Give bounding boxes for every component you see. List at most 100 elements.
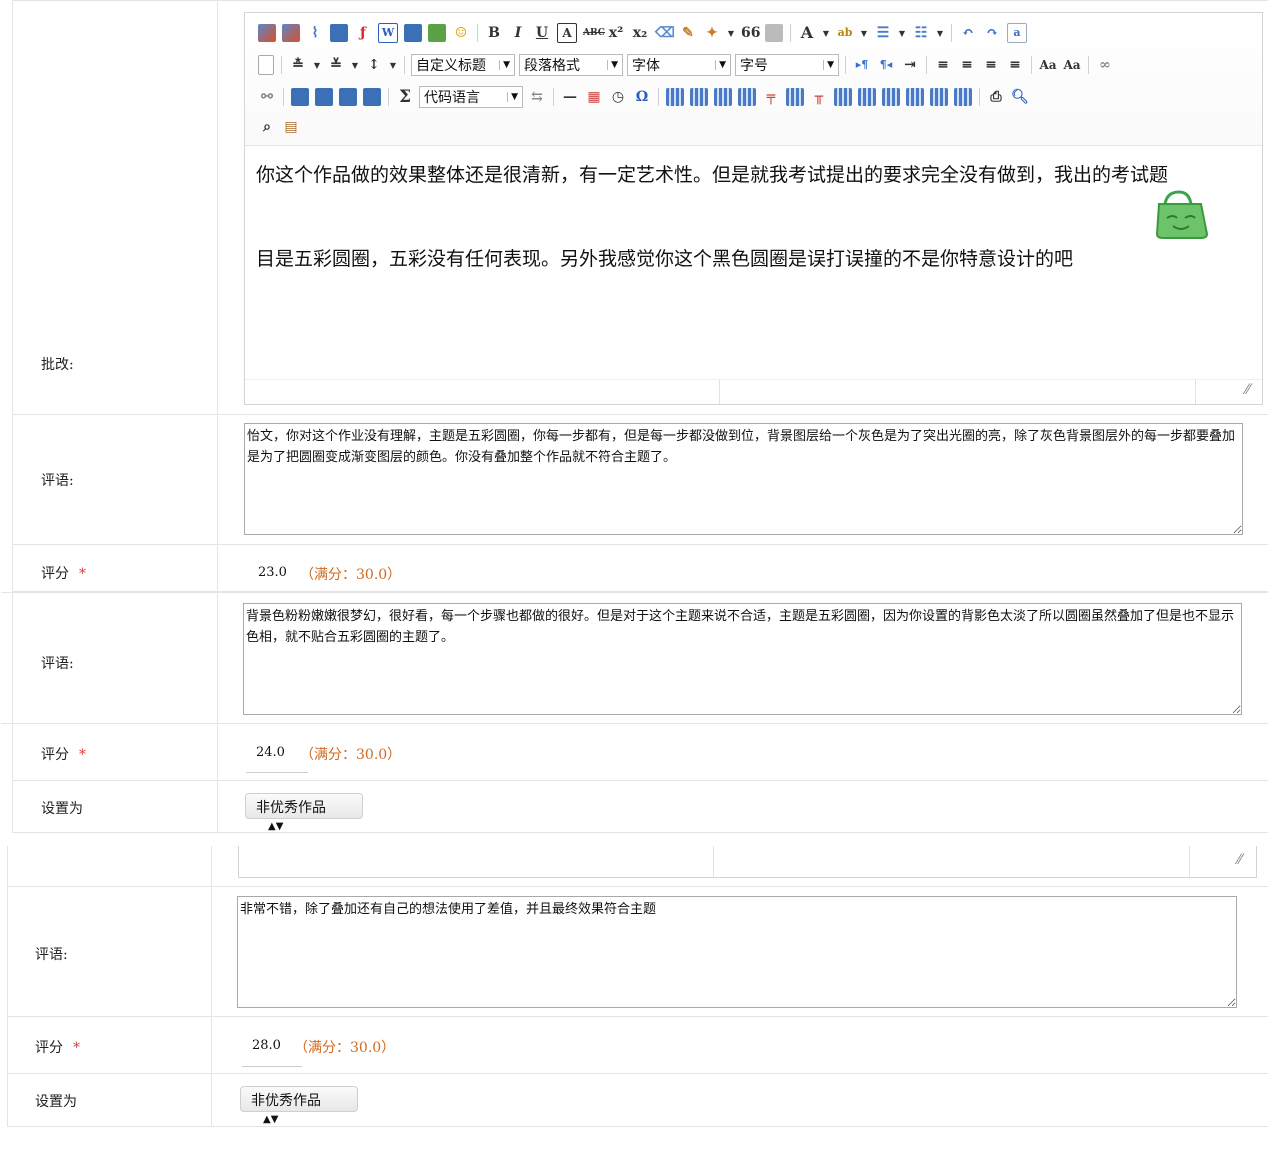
font-family-select[interactable]: 字体 ▼ bbox=[627, 54, 731, 76]
delete-col-icon[interactable]: ╥ bbox=[810, 88, 828, 106]
comment-textarea-1[interactable]: 怡文，你对这个作业没有理解，主题是五彩圆圈，你每一步都有，但是每一步都没做到位，… bbox=[244, 423, 1243, 535]
attachment-icon[interactable]: ⌇ bbox=[306, 24, 324, 42]
italic-icon[interactable]: I bbox=[509, 24, 527, 42]
row-spacing-top-icon[interactable]: ≛ bbox=[289, 56, 307, 74]
delete-table-icon[interactable] bbox=[690, 88, 708, 106]
insert-table-icon[interactable] bbox=[666, 88, 684, 106]
score-value-1[interactable]: 23.0 bbox=[258, 565, 287, 580]
search-replace-icon[interactable]: ⌕ bbox=[258, 118, 276, 136]
line-height-icon[interactable]: ↕ bbox=[365, 56, 383, 74]
auto-format-icon[interactable]: ✦ bbox=[703, 24, 721, 42]
indent-icon[interactable]: ⇥ bbox=[901, 56, 919, 74]
ordered-list-icon[interactable]: ☰ bbox=[874, 24, 892, 42]
chevron-down-icon[interactable]: ▼ bbox=[389, 56, 397, 74]
paragraph-format-select[interactable]: 段落格式 ▼ bbox=[519, 54, 623, 76]
resize-handle-icon[interactable]: ⁄⁄ bbox=[1245, 382, 1250, 398]
toolbar-row-1: ⌇ ƒ W ☺ B I U A ABC x² x₂ ⌫ ✎ ✦ ▼ 66 A ▼… bbox=[255, 22, 1030, 44]
custom-title-select[interactable]: 自定义标题 ▼ bbox=[411, 54, 515, 76]
subscript-icon[interactable]: x₂ bbox=[631, 24, 649, 42]
remote-image-icon[interactable] bbox=[428, 24, 446, 42]
chevron-down-icon: ▼ bbox=[715, 60, 726, 70]
source-code-icon[interactable]: a bbox=[1007, 23, 1027, 43]
insert-col-icon[interactable] bbox=[786, 88, 804, 106]
screenshot-icon[interactable] bbox=[404, 24, 422, 42]
quote-icon[interactable]: 66 bbox=[741, 24, 760, 42]
insert-caption-icon[interactable] bbox=[714, 88, 732, 106]
row-spacing-bottom-icon[interactable]: ≚ bbox=[327, 56, 345, 74]
chevron-down-icon[interactable]: ▼ bbox=[727, 24, 735, 42]
highlight-icon[interactable]: ab bbox=[836, 24, 854, 42]
toolbar-separator bbox=[1088, 56, 1089, 74]
delete-row-icon[interactable]: ╤ bbox=[762, 88, 780, 106]
word-icon[interactable]: W bbox=[378, 23, 398, 43]
underline-icon[interactable]: U bbox=[533, 24, 551, 42]
resize-handle-icon[interactable]: ⁄⁄ bbox=[1237, 852, 1242, 868]
font-color-icon[interactable]: A bbox=[798, 24, 816, 42]
formula-icon[interactable]: Σ bbox=[396, 88, 414, 106]
new-document-icon[interactable] bbox=[258, 55, 274, 75]
redo-icon[interactable]: ↷ bbox=[983, 24, 1001, 42]
font-border-icon[interactable]: A bbox=[557, 23, 577, 43]
format-brush-icon[interactable]: ✎ bbox=[679, 24, 697, 42]
split-cells-icon[interactable] bbox=[906, 88, 924, 106]
time-icon[interactable]: ◷ bbox=[609, 88, 627, 106]
score-value-3[interactable]: 28.0 bbox=[252, 1038, 281, 1053]
lowercase-icon[interactable]: Aa bbox=[1063, 56, 1081, 74]
editor-content[interactable]: 你这个作品做的效果整体还是很清新，有一定艺术性。但是就我考试提出的要求完全没有做… bbox=[245, 146, 1262, 380]
unordered-list-icon[interactable]: ☷ bbox=[912, 24, 930, 42]
rtl-icon[interactable]: ¶◂ bbox=[877, 56, 895, 74]
image-none-icon[interactable] bbox=[291, 88, 309, 106]
setas-label-2: 设置为 bbox=[35, 1094, 77, 1110]
unlink-icon[interactable]: ⚯ bbox=[258, 88, 276, 106]
comment-textarea-2[interactable]: 背景色粉粉嫩嫩很梦幻，很好看，每一个步骤也都做的很好。但是对于这个主题来说不合适… bbox=[243, 603, 1242, 715]
save-icon[interactable] bbox=[330, 24, 348, 42]
date-icon[interactable]: ▦ bbox=[585, 88, 603, 106]
chevron-down-icon[interactable]: ▼ bbox=[822, 24, 830, 42]
uppercase-icon[interactable]: Aa bbox=[1039, 56, 1057, 74]
superscript-icon[interactable]: x² bbox=[607, 24, 625, 42]
page-break-icon[interactable]: ⇆ bbox=[528, 88, 546, 106]
paste-word-icon[interactable]: ▤ bbox=[282, 118, 300, 136]
excellence-select-2[interactable]: 非优秀作品 ▲▼ bbox=[240, 1086, 358, 1125]
image-right-icon[interactable] bbox=[339, 88, 357, 106]
eraser-icon[interactable]: ⌫ bbox=[655, 24, 675, 42]
split-rows-icon[interactable] bbox=[930, 88, 948, 106]
align-justify-icon[interactable]: ≡ bbox=[1006, 56, 1024, 74]
chevron-down-icon[interactable]: ▼ bbox=[898, 24, 906, 42]
score-label-3: 评分 * bbox=[35, 1037, 80, 1057]
merge-down-icon[interactable] bbox=[882, 88, 900, 106]
code-language-select[interactable]: 代码语言 ▼ bbox=[419, 86, 523, 108]
link-icon[interactable]: ∞ bbox=[1096, 56, 1114, 74]
chevron-down-icon[interactable]: ▼ bbox=[860, 24, 868, 42]
paste-plain-icon[interactable] bbox=[765, 24, 783, 42]
bold-icon[interactable]: B bbox=[485, 24, 503, 42]
print-icon[interactable]: ⎙ bbox=[987, 88, 1005, 106]
special-chars-icon[interactable]: Ω bbox=[633, 88, 651, 106]
strikethrough-icon[interactable]: ABC bbox=[583, 24, 605, 42]
chevron-down-icon[interactable]: ▼ bbox=[936, 24, 944, 42]
flash-icon[interactable]: ƒ bbox=[354, 24, 372, 42]
comment-textarea-3[interactable]: 非常不错，除了叠加还有自己的想法使用了差值，并且最终效果符合主题 bbox=[237, 896, 1237, 1008]
align-right-icon[interactable]: ≡ bbox=[982, 56, 1000, 74]
align-left-icon[interactable]: ≡ bbox=[934, 56, 952, 74]
horizontal-rule-icon[interactable]: — bbox=[561, 88, 579, 106]
insert-image-icon[interactable] bbox=[258, 24, 276, 42]
preview-icon[interactable]: 🔍︎ bbox=[1011, 88, 1029, 106]
score-value-2[interactable]: 24.0 bbox=[256, 745, 285, 760]
split-cols-icon[interactable] bbox=[954, 88, 972, 106]
merge-right-icon[interactable] bbox=[858, 88, 876, 106]
font-size-select[interactable]: 字号 ▼ bbox=[735, 54, 839, 76]
image-left-icon[interactable] bbox=[315, 88, 333, 106]
chevron-down-icon[interactable]: ▼ bbox=[313, 56, 321, 74]
rich-text-editor[interactable]: ⌇ ƒ W ☺ B I U A ABC x² x₂ ⌫ ✎ ✦ ▼ 66 A ▼… bbox=[244, 12, 1263, 405]
undo-icon[interactable]: ↶ bbox=[959, 24, 977, 42]
insert-row-icon[interactable] bbox=[738, 88, 756, 106]
ltr-icon[interactable]: ▸¶ bbox=[853, 56, 871, 74]
image-center-icon[interactable] bbox=[363, 88, 381, 106]
merge-cells-icon[interactable] bbox=[834, 88, 852, 106]
excellence-select-1[interactable]: 非优秀作品 ▲▼ bbox=[245, 793, 363, 832]
emoticon-icon[interactable]: ☺ bbox=[452, 24, 470, 42]
align-center-icon[interactable]: ≡ bbox=[958, 56, 976, 74]
multi-image-icon[interactable] bbox=[282, 24, 300, 42]
chevron-down-icon[interactable]: ▼ bbox=[351, 56, 359, 74]
